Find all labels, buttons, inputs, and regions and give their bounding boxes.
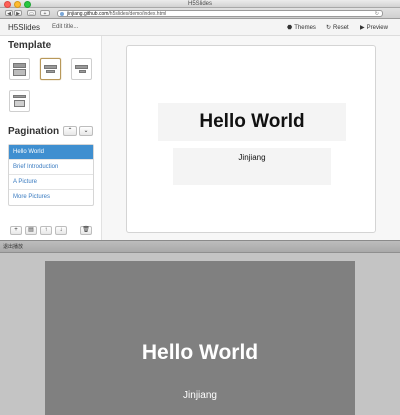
slide-item-more-pictures[interactable]: More Pictures: [9, 190, 93, 205]
slide-item-a-picture[interactable]: A Picture: [9, 175, 93, 190]
reload-icon[interactable]: ↻: [375, 11, 379, 17]
site-icon: [60, 12, 64, 16]
slide-canvas[interactable]: Hello World Jinjiang: [126, 45, 376, 233]
sidebar: Template Pagination ⌃ ⌄ Hello World Brie…: [0, 36, 102, 240]
move-down-button[interactable]: ↓: [55, 226, 67, 235]
themes-button[interactable]: ⬣ Themes: [287, 24, 316, 32]
chevron-down-icon[interactable]: ⌄: [79, 126, 93, 136]
camera-icon: ⬣: [287, 25, 293, 31]
url-text: jinjiang.github.com/h5slides/demo/index.…: [67, 11, 166, 17]
template-picture[interactable]: [9, 90, 30, 112]
preview-label: Preview: [366, 24, 388, 31]
url-path: /h5slides/demo/index.html: [108, 11, 167, 17]
preview-button[interactable]: ▶ Preview: [360, 24, 388, 32]
template-title-content[interactable]: [9, 58, 30, 80]
browser-toolbar: ◀ ▶ ▭ + jinjiang.github.com/h5slides/dem…: [0, 8, 400, 19]
reader-icon[interactable]: ▭: [27, 10, 36, 17]
reset-label: Reset: [333, 24, 349, 31]
window-titlebar: H5Slides: [0, 0, 400, 8]
reset-icon: ↻: [326, 25, 332, 31]
address-bar[interactable]: jinjiang.github.com/h5slides/demo/index.…: [57, 10, 383, 17]
preview-divider: 退出播放: [0, 240, 400, 253]
edit-title-field[interactable]: Edit title...: [52, 24, 78, 30]
move-up-button[interactable]: ↑: [40, 226, 52, 235]
share-icon[interactable]: +: [40, 10, 50, 17]
template-title-only[interactable]: [71, 58, 92, 80]
play-icon: ▶: [360, 25, 365, 31]
forward-button[interactable]: ▶: [14, 10, 22, 17]
pagination-heading: Pagination: [8, 126, 60, 137]
trash-icon[interactable]: 🗑: [80, 226, 92, 235]
back-button[interactable]: ◀: [5, 10, 13, 17]
chevron-up-icon[interactable]: ⌃: [63, 126, 77, 136]
url-host: jinjiang.github.com: [67, 11, 109, 17]
slides-list: Hello World Brief Introduction A Picture…: [8, 144, 94, 206]
slide-editor: Hello World Jinjiang: [102, 36, 400, 240]
exit-preview-button[interactable]: 退出播放: [3, 243, 23, 250]
copy-slide-button[interactable]: ▤: [25, 226, 37, 235]
themes-label: Themes: [294, 24, 316, 31]
reset-button[interactable]: ↻ Reset: [326, 24, 349, 32]
template-heading: Template: [8, 40, 52, 51]
slide-subtitle[interactable]: Jinjiang: [173, 148, 331, 185]
slide-item-hello-world[interactable]: Hello World: [9, 145, 93, 160]
window-title: H5Slides: [187, 1, 212, 7]
preview-area: Hello World Jinjiang: [0, 253, 400, 415]
add-slide-button[interactable]: +: [10, 226, 22, 235]
slide-title[interactable]: Hello World: [158, 103, 346, 141]
app-logo[interactable]: H5Slides: [8, 23, 40, 32]
app-header: H5Slides Edit title... ⬣ Themes ↻ Reset …: [0, 19, 400, 36]
preview-slide[interactable]: Hello World Jinjiang: [45, 261, 355, 415]
slide-item-brief-introduction[interactable]: Brief Introduction: [9, 160, 93, 175]
preview-title: Hello World: [141, 341, 259, 364]
preview-subtitle: Jinjiang: [183, 390, 217, 401]
template-title-subtitle[interactable]: [40, 58, 61, 80]
